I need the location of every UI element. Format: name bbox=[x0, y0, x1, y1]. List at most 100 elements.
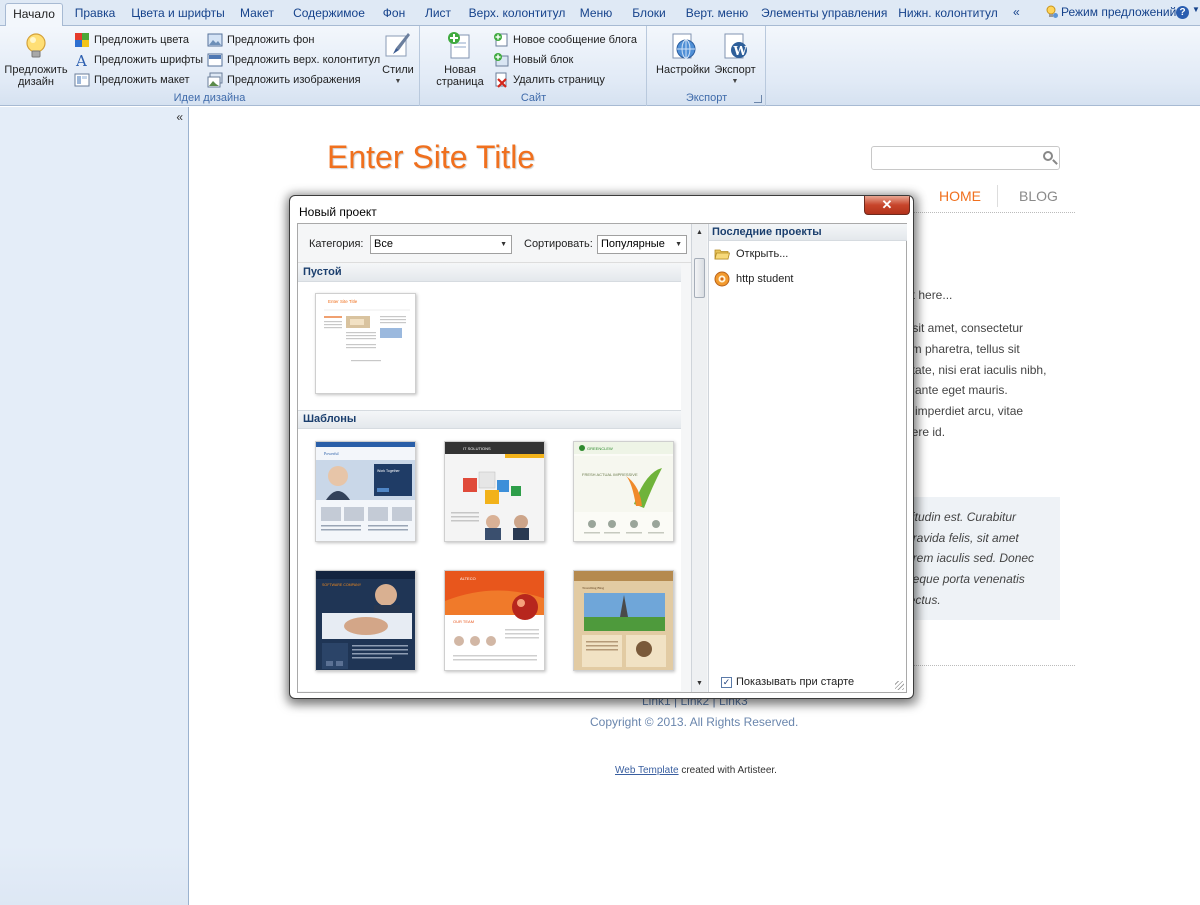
scroll-thumb[interactable] bbox=[694, 258, 705, 298]
suggest-colors-button[interactable]: Предложить цвета bbox=[74, 31, 189, 49]
tab-sheet[interactable]: Лист bbox=[419, 3, 457, 26]
tab-home[interactable]: Начало bbox=[5, 3, 63, 27]
tab-edit[interactable]: Правка bbox=[68, 3, 122, 26]
recent-item-open[interactable]: Открыть... bbox=[714, 245, 788, 263]
suggest-background-label: Предложить фон bbox=[227, 34, 315, 46]
site-search-input[interactable] bbox=[871, 146, 1060, 170]
nav-separator bbox=[997, 185, 998, 207]
suggest-design-button[interactable]: Предложить дизайн bbox=[4, 30, 68, 88]
export-button[interactable]: W Экспорт ▼ bbox=[712, 30, 758, 88]
paintbrush-icon bbox=[382, 30, 414, 62]
new-page-icon bbox=[444, 30, 476, 62]
suggest-design-label: Предложить дизайн bbox=[4, 64, 68, 88]
recent-item-project[interactable]: http student bbox=[714, 270, 794, 288]
tab-controls[interactable]: Элементы управления bbox=[761, 3, 887, 26]
new-block-button[interactable]: Новый блок bbox=[493, 51, 573, 69]
template-thumb-it-solutions[interactable]: IT SOLUTIONS bbox=[444, 441, 545, 542]
nav-item-home[interactable]: HOME bbox=[939, 188, 981, 204]
tab-background[interactable]: Фон bbox=[377, 3, 411, 26]
svg-text:A: A bbox=[75, 52, 87, 68]
content-line: n imperdiet arcu, vitae bbox=[905, 404, 1024, 418]
content-line: am pharetra, tellus sit bbox=[905, 342, 1020, 356]
collapse-panel-button[interactable]: « bbox=[176, 110, 183, 124]
close-button[interactable]: ✕ bbox=[864, 196, 910, 215]
scroll-up-arrow[interactable]: ▲ bbox=[693, 226, 706, 239]
suggest-fonts-button[interactable]: A Предложить шрифты bbox=[74, 51, 203, 70]
nav-item-blog[interactable]: BLOG bbox=[1019, 188, 1058, 204]
export-label: Экспорт bbox=[714, 64, 756, 76]
web-template-link[interactable]: Web Template bbox=[615, 765, 679, 776]
tab-colors-fonts[interactable]: Цвета и шрифты bbox=[130, 3, 226, 26]
template-name: ALTECO bbox=[460, 576, 476, 581]
ribbon-options-arrow[interactable]: ▼ bbox=[1192, 5, 1200, 14]
styles-label: Стили bbox=[382, 64, 414, 76]
tab-content[interactable]: Содержимое bbox=[289, 3, 369, 26]
section-templates-header: Шаблоны bbox=[298, 410, 681, 429]
suggest-mode-toggle[interactable]: Режим предложений bbox=[1044, 5, 1176, 19]
template-headline: FRESH ACTUAL IMPRESSIVE bbox=[582, 472, 638, 477]
recent-projects-panel: Последние проекты Открыть... http studen… bbox=[708, 224, 907, 692]
show-on-start-checkbox[interactable]: ✓ bbox=[721, 676, 732, 688]
ribbon: Предложить дизайн Предложить цвета A Пре… bbox=[0, 26, 1200, 106]
background-icon bbox=[207, 32, 223, 48]
suggest-background-button[interactable]: Предложить фон bbox=[207, 31, 314, 49]
site-group-label: Сайт bbox=[520, 92, 547, 104]
template-headline: OUR TEAM bbox=[453, 619, 474, 624]
tab-header[interactable]: Верх. колонтитул bbox=[465, 3, 569, 26]
delete-page-button[interactable]: Удалить страницу bbox=[493, 71, 605, 89]
settings-button[interactable]: Настройки bbox=[654, 30, 712, 76]
color-palette-icon bbox=[74, 32, 90, 48]
content-line: r sit amet, consectetur bbox=[905, 321, 1024, 335]
suggest-images-button[interactable]: Предложить изображения bbox=[207, 71, 361, 89]
export-group-launcher[interactable] bbox=[754, 95, 762, 103]
tab-menu[interactable]: Меню bbox=[575, 3, 617, 26]
font-icon: A bbox=[74, 52, 90, 70]
gallery-scrollbar[interactable]: ▲ ▼ bbox=[691, 224, 707, 692]
ribbon-tab-bar: Начало Правка Цвета и шрифты Макет Содер… bbox=[0, 0, 1200, 27]
copyright-text: Copyright © 2013. All Rights Reserved. bbox=[590, 715, 799, 729]
tab-vmenu[interactable]: Верт. меню bbox=[679, 3, 755, 26]
more-tabs-button[interactable]: « bbox=[1013, 5, 1020, 19]
left-panel-footer bbox=[0, 845, 188, 905]
tab-blocks[interactable]: Блоки bbox=[627, 3, 671, 26]
new-page-label: Новая страница bbox=[436, 64, 484, 88]
new-blog-post-button[interactable]: Новое сообщение блога bbox=[493, 31, 637, 49]
show-on-start-option[interactable]: ✓ Показывать при старте bbox=[721, 676, 854, 688]
artisteer-project-icon bbox=[714, 271, 730, 287]
tab-footer[interactable]: Нижн. колонтитул bbox=[896, 3, 1000, 26]
sort-value: Популярные bbox=[601, 238, 665, 250]
template-thumb-travel-blog[interactable]: Travelling Blog bbox=[573, 570, 674, 671]
template-name: IT SOLUTIONS bbox=[463, 446, 491, 451]
svg-text:W: W bbox=[733, 44, 748, 58]
category-select[interactable]: Все ▼ bbox=[370, 235, 512, 254]
filter-bar: Категория: Все ▼ Сортировать: Популярные… bbox=[298, 224, 692, 263]
folder-open-icon bbox=[714, 246, 731, 262]
blog-post-add-icon bbox=[493, 32, 509, 48]
template-thumb-alteco[interactable]: ALTECO OUR TEAM bbox=[444, 570, 545, 671]
suggest-layout-button[interactable]: Предложить макет bbox=[74, 71, 190, 89]
category-value: Все bbox=[374, 238, 393, 250]
tab-layout[interactable]: Макет bbox=[233, 3, 281, 26]
search-icon bbox=[1043, 151, 1053, 161]
show-on-start-label: Показывать при старте bbox=[736, 676, 855, 688]
template-thumb-greenclew[interactable]: GREENCLEW FRESH ACTUAL IMPRESSIVE bbox=[573, 441, 674, 542]
scroll-down-arrow[interactable]: ▼ bbox=[693, 677, 706, 690]
settings-globe-icon bbox=[667, 30, 699, 62]
quote-line: situdin est. Curabitur bbox=[906, 510, 1017, 524]
help-icon[interactable]: ? bbox=[1176, 6, 1189, 19]
new-page-button[interactable]: Новая страница bbox=[427, 30, 493, 88]
site-title[interactable]: Enter Site Title bbox=[327, 139, 535, 176]
credit-text: Web Template created with Artisteer. bbox=[615, 765, 777, 776]
header-icon bbox=[207, 52, 223, 68]
template-thumb-powerful[interactable]: Powerful Work Together bbox=[315, 441, 416, 542]
content-line: utate, nisi erat iaculis nibh, bbox=[905, 363, 1047, 377]
layout-icon bbox=[74, 72, 90, 88]
styles-button[interactable]: Стили ▼ bbox=[378, 30, 418, 88]
sort-select[interactable]: Популярные ▼ bbox=[597, 235, 687, 254]
resize-grip[interactable] bbox=[895, 681, 904, 690]
blank-template-thumb[interactable]: Enter Site Title bbox=[315, 293, 416, 394]
template-thumb-software-company[interactable]: SOFTWARE COMPANY bbox=[315, 570, 416, 671]
chevron-down-icon: ▼ bbox=[675, 241, 682, 248]
lightbulb-icon bbox=[1044, 5, 1058, 19]
suggest-header-button[interactable]: Предложить верх. колонтитул bbox=[207, 51, 380, 69]
